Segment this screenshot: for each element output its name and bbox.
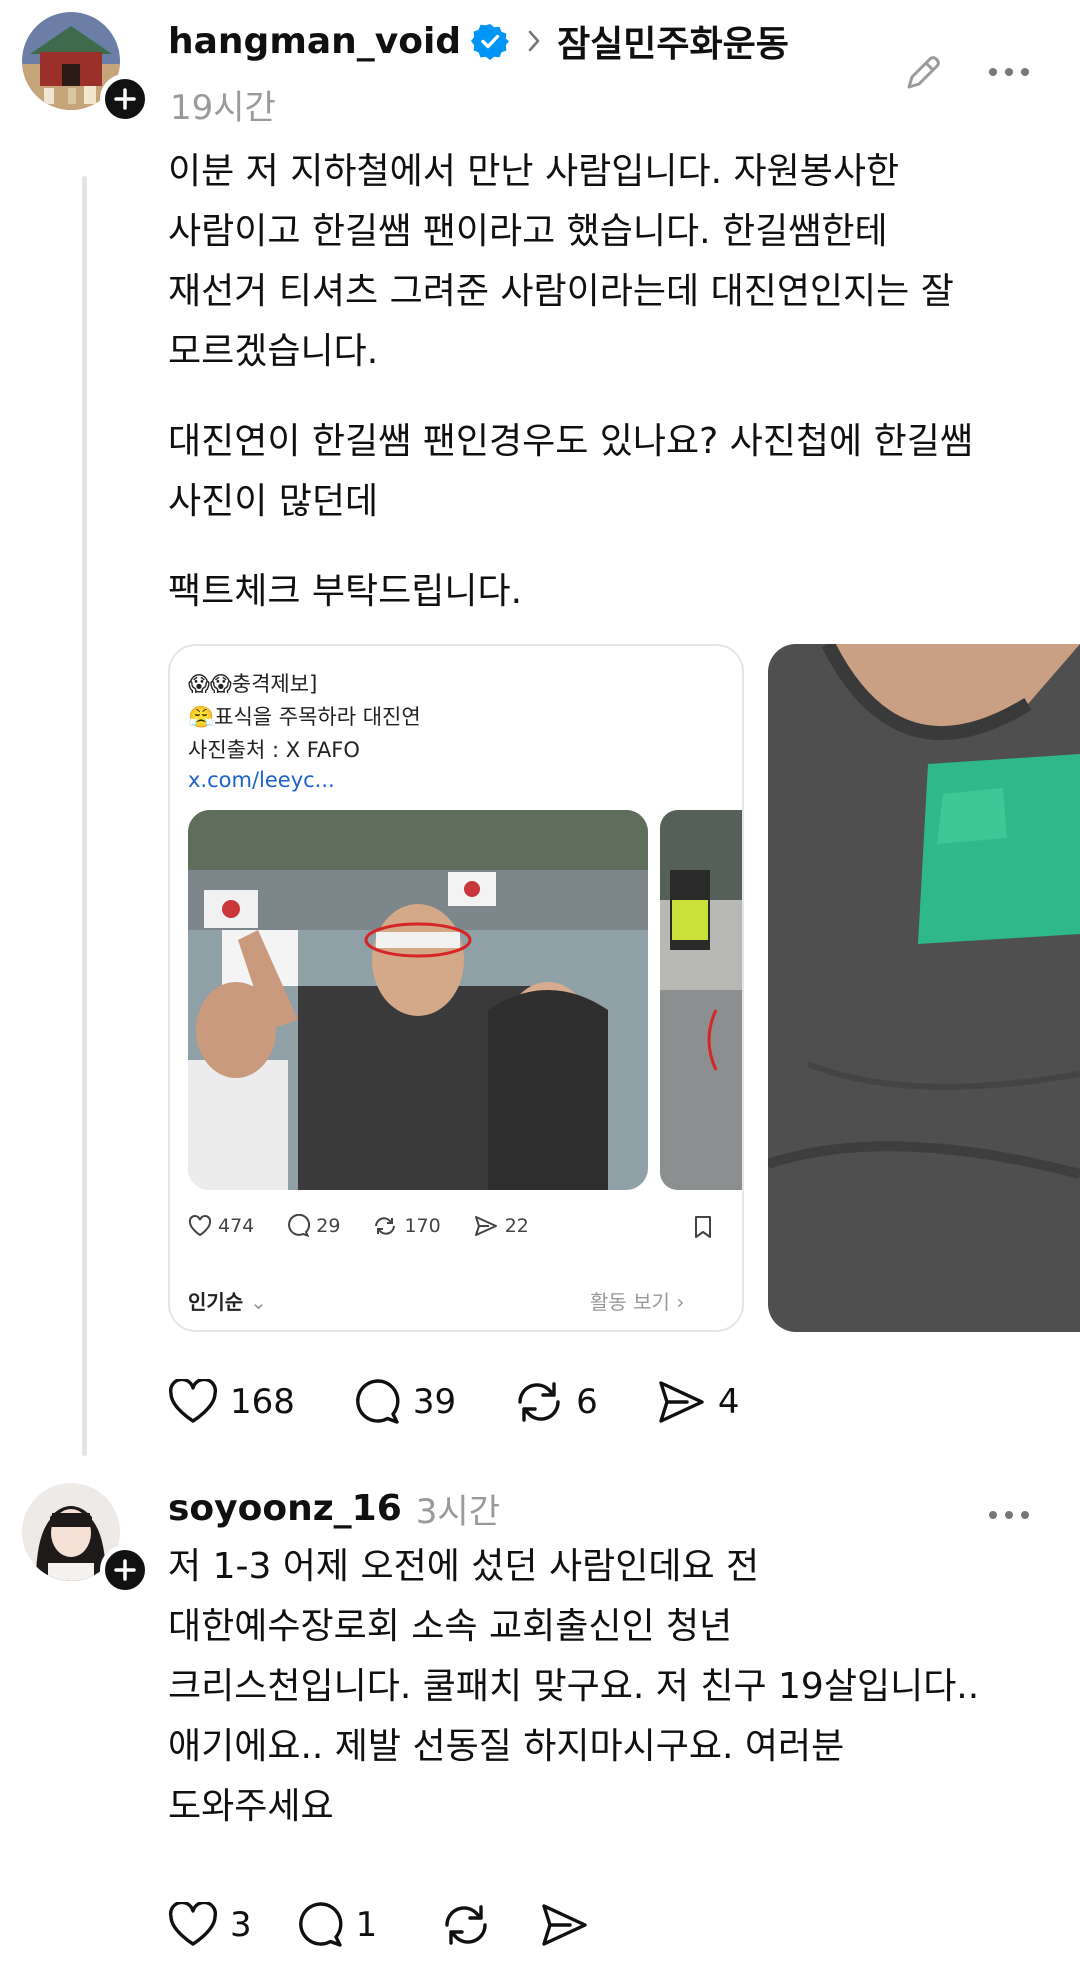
share-button[interactable] <box>539 1902 589 1948</box>
like-count: 168 <box>230 1382 295 1422</box>
body-line: 이분 저 지하철에서 만난 사람입니다. 자원봉사한 <box>168 151 900 192</box>
more-dots-icon <box>989 1511 1029 1519</box>
body-line: 모르겠습니다. <box>168 331 379 372</box>
plus-icon <box>114 88 136 110</box>
follow-button[interactable] <box>100 1545 150 1595</box>
body-line: 크리스천입니다. 쿨패치 맞구요. 저 친구 19살입니다.. <box>168 1666 980 1707</box>
post-1: hangman_void 잠실민주화운동 19시간 이분 저 지하철에서 만난 … <box>0 0 1080 1456</box>
body-line: 팩트체크 부탁드립니다. <box>168 571 523 612</box>
body-line: 대진연이 한길쌤 팬인경우도 있나요? 사진첩에 한길쌤 <box>168 421 973 462</box>
reply-count: 39 <box>412 1382 457 1422</box>
embedded-actions: 474 29 170 22 <box>188 1214 561 1238</box>
body-line: 사람이고 한길쌤 팬이라고 했습니다. 한길쌤한테 <box>168 211 888 252</box>
embedded-line: 😤표식을 주목하라 대진연 <box>188 705 421 729</box>
repost-count: 6 <box>576 1382 598 1422</box>
post-2: soyoonz_16 3시간 저 1-3 어제 오전에 섰던 사람인데요 전 대… <box>0 1455 1080 1968</box>
post-body: 저 1-3 어제 오전에 섰던 사람인데요 전 대한예수장로회 소속 교회출신인… <box>168 1537 979 1837</box>
send-icon <box>542 1904 587 1946</box>
send-icon <box>659 1381 704 1423</box>
embedded-like: 474 <box>188 1215 254 1237</box>
more-options-button[interactable] <box>984 52 1034 92</box>
comment-icon <box>298 1902 343 1947</box>
post-actions: 3 1 <box>168 1901 647 1949</box>
more-dots-icon <box>989 68 1029 76</box>
plus-icon <box>114 1559 136 1581</box>
body-line: 저 1-3 어제 오전에 섰던 사람인데요 전 <box>168 1546 760 1587</box>
post-body: 이분 저 지하철에서 만난 사람입니다. 자원봉사한 사람이고 한길쌤 팬이라고… <box>168 142 973 622</box>
post-actions: 168 39 6 4 <box>168 1378 797 1426</box>
embedded-line: 😱😱충격제보] <box>188 672 318 696</box>
heart-icon <box>168 1902 218 1946</box>
pencil-icon <box>907 56 940 89</box>
comment-icon <box>288 1214 311 1238</box>
share-button[interactable]: 4 <box>656 1379 740 1425</box>
body-line: 사진이 많던데 <box>168 481 379 522</box>
topic-tag[interactable]: 잠실민주화운동 <box>557 15 789 67</box>
embedded-activity: 활동 보기 › <box>590 1286 684 1315</box>
reply-button[interactable]: 1 <box>296 1901 378 1949</box>
repost-icon <box>375 1217 396 1235</box>
username[interactable]: hangman_void <box>168 21 461 62</box>
like-button[interactable]: 168 <box>168 1379 295 1425</box>
verified-badge-icon <box>471 22 510 60</box>
follow-button[interactable] <box>100 74 150 124</box>
embedded-sort-label: 인기순 <box>188 1290 244 1314</box>
embedded-share-count: 22 <box>504 1215 529 1237</box>
post-timestamp: 3시간 <box>415 1491 500 1532</box>
reply-button[interactable]: 39 <box>353 1378 456 1426</box>
embedded-line: 사진출처 : X FAFO <box>188 738 360 762</box>
embedded-link: x.com/leeyc... <box>188 768 335 792</box>
body-line: 도와주세요 <box>168 1786 334 1827</box>
embedded-repost: 170 <box>372 1214 441 1238</box>
embedded-share: 22 <box>473 1214 529 1238</box>
embedded-like-count: 474 <box>218 1215 255 1237</box>
chevron-down-icon: ⌄ <box>250 1290 267 1314</box>
repost-icon <box>518 1382 560 1422</box>
bookmark-icon <box>692 1214 714 1244</box>
share-count: 4 <box>717 1382 740 1422</box>
repost-button[interactable]: 6 <box>514 1378 598 1426</box>
like-count: 3 <box>230 1905 252 1945</box>
repost-button[interactable] <box>441 1901 491 1949</box>
embedded-reply-count: 29 <box>316 1215 341 1237</box>
edit-button[interactable] <box>898 48 948 98</box>
username[interactable]: soyoonz_16 <box>168 1488 402 1529</box>
embedded-protest-photo <box>188 810 648 1190</box>
embedded-repost-count: 170 <box>404 1215 441 1237</box>
embedded-reply: 29 <box>286 1214 340 1238</box>
attached-image-screenshot[interactable]: 😱😱충격제보] 😤표식을 주목하라 대진연 사진출처 : X FAFO x.co… <box>168 644 744 1332</box>
attached-image-tshirt[interactable] <box>768 644 1080 1332</box>
comment-icon <box>356 1379 400 1424</box>
heart-icon <box>188 1215 212 1237</box>
body-line: 재선거 티셔츠 그려준 사람이라는데 대진연인지는 잘 <box>168 271 954 312</box>
chevron-right-icon <box>527 29 541 53</box>
post-timestamp: 19시간 <box>170 88 276 128</box>
chevron-right-icon: › <box>676 1290 685 1314</box>
reply-count: 1 <box>355 1905 378 1945</box>
thread-line <box>82 176 87 1456</box>
body-line: 애기에요.. 제발 선동질 하지마시구요. 여러분 <box>168 1726 845 1767</box>
embedded-activity-label: 활동 보기 <box>590 1290 670 1314</box>
send-icon <box>474 1216 497 1236</box>
embedded-sort: 인기순 ⌄ <box>188 1286 267 1315</box>
like-button[interactable]: 3 <box>168 1902 252 1948</box>
body-line: 대한예수장로회 소속 교회출신인 청년 <box>168 1606 733 1647</box>
heart-icon <box>168 1379 218 1423</box>
more-options-button[interactable] <box>984 1495 1034 1535</box>
embedded-second-photo <box>660 810 742 1190</box>
repost-icon <box>445 1905 487 1945</box>
